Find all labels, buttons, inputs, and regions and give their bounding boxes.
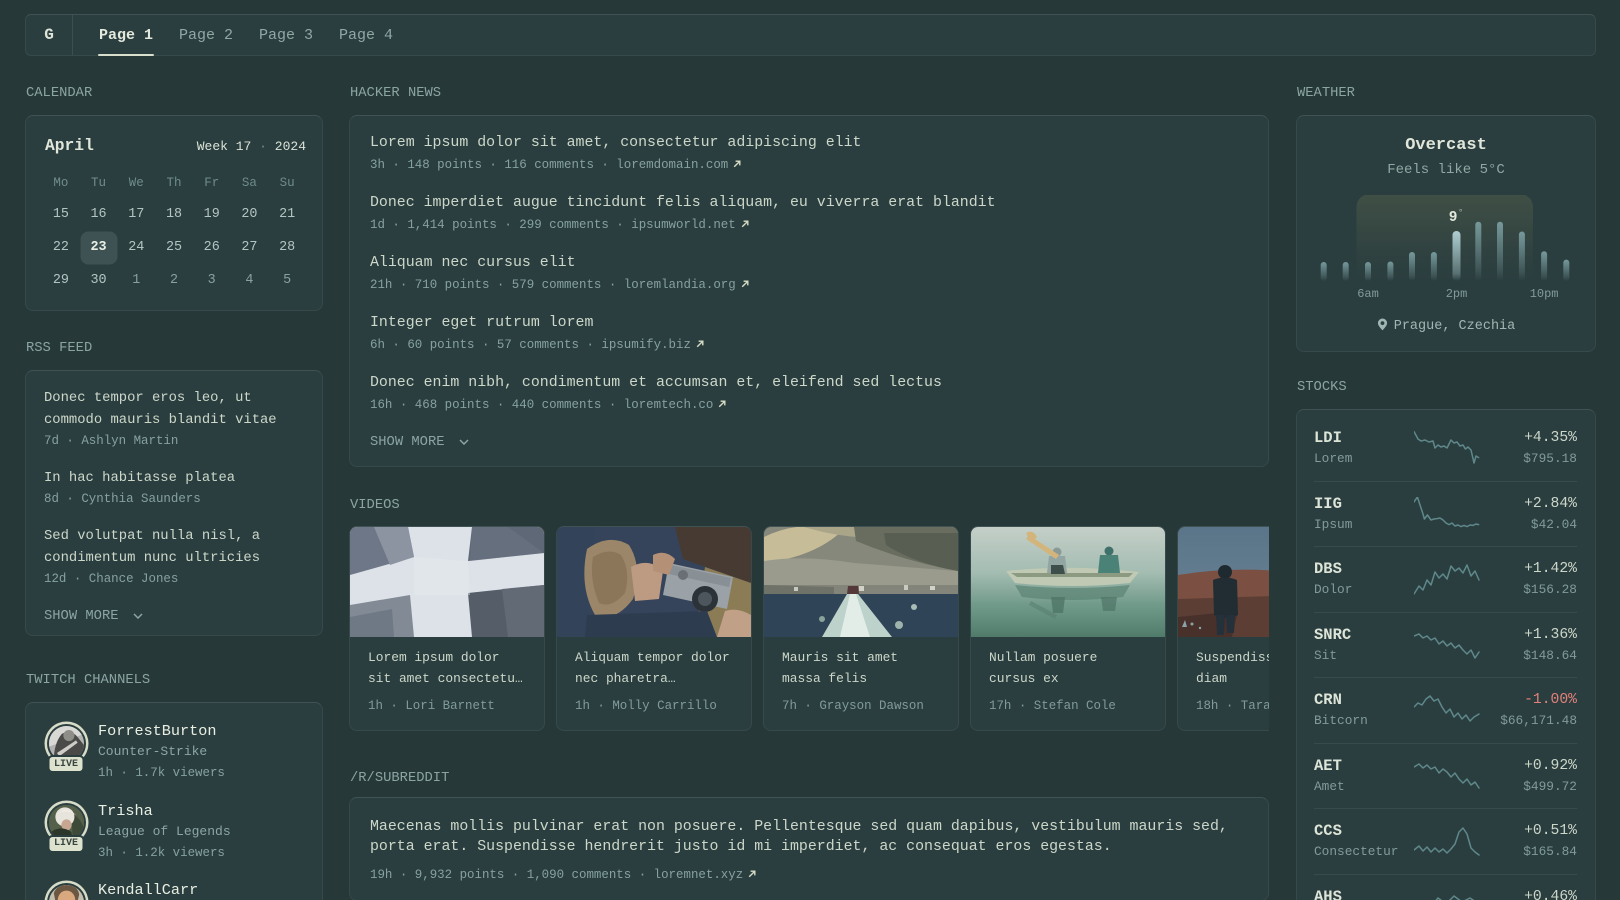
svg-text:9: 9 [1449, 210, 1458, 226]
svg-text:°: ° [1458, 208, 1463, 218]
